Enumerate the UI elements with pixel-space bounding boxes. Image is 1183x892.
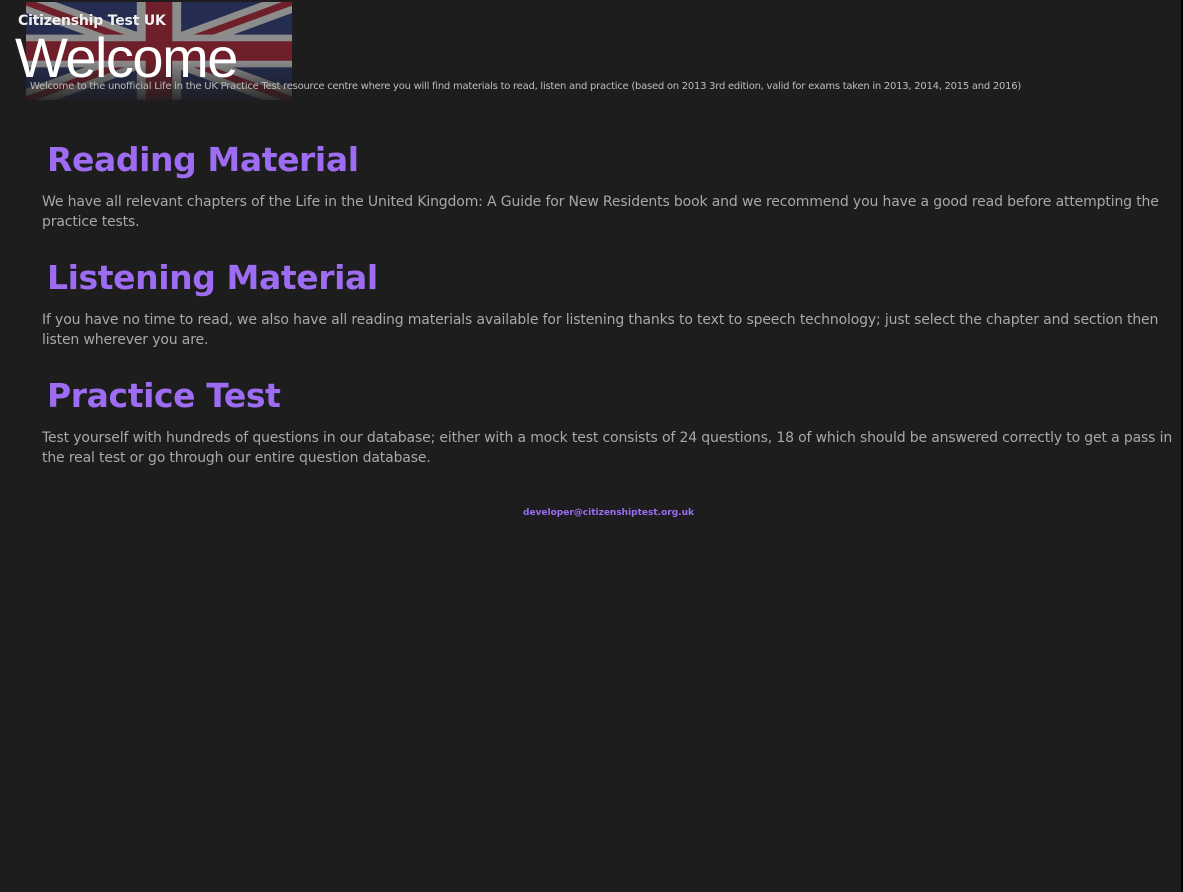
practice-test-description: Test yourself with hundreds of questions… xyxy=(42,430,1173,466)
listening-material-description: If you have no time to read, we also hav… xyxy=(42,312,1159,348)
app-window: Citizenship Test UK Welcome Welcome to t… xyxy=(0,0,1183,892)
developer-email-link[interactable]: developer@citizenshiptest.org.uk xyxy=(0,508,1183,518)
main-content: Reading Material We have all relevant ch… xyxy=(0,114,1183,892)
listening-material-link[interactable]: Listening Material xyxy=(47,258,378,297)
reading-material-link[interactable]: Reading Material xyxy=(47,140,359,179)
practice-test-link[interactable]: Practice Test xyxy=(47,376,281,415)
page-subtitle: Welcome to the unofficial Life in the UK… xyxy=(30,81,1022,92)
reading-material-description: We have all relevant chapters of the Lif… xyxy=(42,194,1159,230)
page-header: Citizenship Test UK Welcome Welcome to t… xyxy=(0,0,1183,114)
